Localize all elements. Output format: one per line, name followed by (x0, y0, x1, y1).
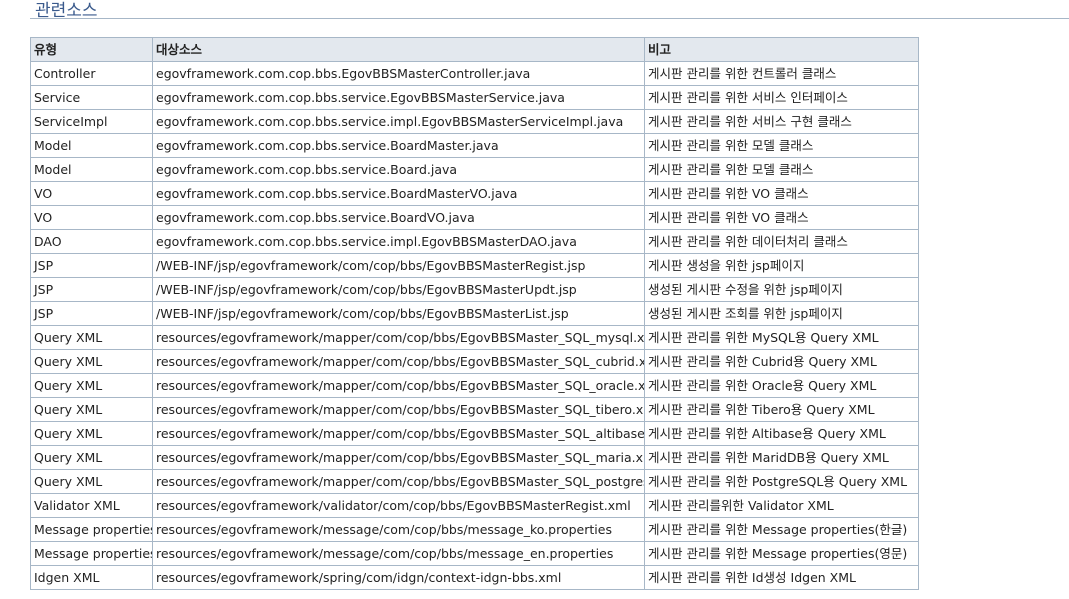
cell-type: Query XML (30, 373, 153, 398)
cell-source: resources/egovframework/mapper/com/cop/b… (152, 373, 645, 398)
cell-source: /WEB-INF/jsp/egovframework/com/cop/bbs/E… (152, 253, 645, 278)
cell-note: 게시판 관리를 위한 VO 클래스 (644, 205, 919, 230)
cell-note: 게시판 관리를 위한 서비스 구현 클래스 (644, 109, 919, 134)
cell-source: resources/egovframework/mapper/com/cop/b… (152, 421, 645, 446)
table-row: Message properties resources/egovframewor… (30, 517, 919, 542)
table-body: Controller egovframework.com.cop.bbs.Egov… (30, 61, 919, 590)
table-row: Idgen XML resources/egovframework/spring/… (30, 565, 919, 590)
cell-source: /WEB-INF/jsp/egovframework/com/cop/bbs/E… (152, 301, 645, 326)
cell-type: VO (30, 205, 153, 230)
cell-source: egovframework.com.cop.bbs.service.impl.E… (152, 109, 645, 134)
table-row: Controller egovframework.com.cop.bbs.Egov… (30, 61, 919, 86)
table-row: VO egovframework.com.cop.bbs.service.Boar… (30, 181, 919, 206)
cell-note: 게시판 관리를 위한 Message properties(영문) (644, 541, 919, 566)
cell-note: 게시판 관리를 위한 Message properties(한글) (644, 517, 919, 542)
table-row: VO egovframework.com.cop.bbs.service.Boar… (30, 205, 919, 230)
cell-source: egovframework.com.cop.bbs.service.EgovBB… (152, 85, 645, 110)
cell-source: resources/egovframework/mapper/com/cop/b… (152, 325, 645, 350)
cell-note: 게시판 관리를 위한 MaridDB용 Query XML (644, 445, 919, 470)
cell-source: resources/egovframework/message/com/cop/… (152, 517, 645, 542)
cell-type: JSP (30, 301, 153, 326)
cell-note: 생성된 게시판 수정을 위한 jsp페이지 (644, 277, 919, 302)
cell-type: Model (30, 133, 153, 158)
cell-note: 게시판 관리를 위한 Cubrid용 Query XML (644, 349, 919, 374)
cell-type: DAO (30, 229, 153, 254)
table-header-row: 유형 대상소스 비고 (30, 37, 919, 62)
cell-source: egovframework.com.cop.bbs.service.Board.… (152, 157, 645, 182)
table-row: Query XML resources/egovframework/mapper/… (30, 325, 919, 350)
cell-source: egovframework.com.cop.bbs.service.BoardM… (152, 181, 645, 206)
cell-source: egovframework.com.cop.bbs.service.impl.E… (152, 229, 645, 254)
cell-type: JSP (30, 253, 153, 278)
cell-note: 게시판 생성을 위한 jsp페이지 (644, 253, 919, 278)
cell-type: Message properties (30, 541, 153, 566)
cell-note: 게시판 관리를 위한 MySQL용 Query XML (644, 325, 919, 350)
cell-type: Query XML (30, 397, 153, 422)
header-note: 비고 (644, 37, 919, 62)
table-row: Query XML resources/egovframework/mapper/… (30, 469, 919, 494)
table-row: Query XML resources/egovframework/mapper/… (30, 349, 919, 374)
table-row: Model egovframework.com.cop.bbs.service.B… (30, 157, 919, 182)
table-row: JSP/WEB-INF/jsp/egovframework/com/cop/bb… (30, 277, 919, 302)
table-row: Service egovframework.com.cop.bbs.service… (30, 85, 919, 110)
cell-source: resources/egovframework/validator/com/co… (152, 493, 645, 518)
cell-note: 게시판 관리를 위한 Tibero용 Query XML (644, 397, 919, 422)
cell-note: 게시판 관리를 위한 데이터처리 클래스 (644, 229, 919, 254)
table-row: Query XML resources/egovframework/mapper/… (30, 445, 919, 470)
cell-type: Model (30, 157, 153, 182)
cell-type: JSP (30, 277, 153, 302)
cell-note: 게시판 관리를 위한 서비스 인터페이스 (644, 85, 919, 110)
section-heading-bar: 관련소스 (30, 0, 1069, 21)
cell-source: egovframework.com.cop.bbs.service.BoardV… (152, 205, 645, 230)
cell-note: 게시판 관리를 위한 모델 클래스 (644, 157, 919, 182)
cell-note: 게시판 관리를 위한 Id생성 Idgen XML (644, 565, 919, 590)
cell-type: Query XML (30, 421, 153, 446)
table-row: Query XML resources/egovframework/mapper/… (30, 421, 919, 446)
table-row: Query XML resources/egovframework/mapper/… (30, 373, 919, 398)
cell-type: ServiceImpl (30, 109, 153, 134)
cell-note: 게시판 관리를위한 Validator XML (644, 493, 919, 518)
cell-note: 게시판 관리를 위한 VO 클래스 (644, 181, 919, 206)
cell-source: resources/egovframework/message/com/cop/… (152, 541, 645, 566)
header-source: 대상소스 (152, 37, 645, 62)
cell-source: resources/egovframework/mapper/com/cop/b… (152, 469, 645, 494)
cell-type: Controller (30, 61, 153, 86)
cell-source: resources/egovframework/mapper/com/cop/b… (152, 349, 645, 374)
table-row: JSP/WEB-INF/jsp/egovframework/com/cop/bb… (30, 253, 919, 278)
cell-source: egovframework.com.cop.bbs.service.BoardM… (152, 133, 645, 158)
cell-note: 게시판 관리를 위한 Oracle용 Query XML (644, 373, 919, 398)
cell-note: 게시판 관리를 위한 PostgreSQL용 Query XML (644, 469, 919, 494)
cell-source: resources/egovframework/mapper/com/cop/b… (152, 445, 645, 470)
cell-note: 게시판 관리를 위한 Altibase용 Query XML (644, 421, 919, 446)
cell-note: 게시판 관리를 위한 컨트롤러 클래스 (644, 61, 919, 86)
cell-type: Query XML (30, 469, 153, 494)
cell-source: resources/egovframework/spring/com/idgn/… (152, 565, 645, 590)
cell-type: Idgen XML (30, 565, 153, 590)
related-source-table: 유형 대상소스 비고 Controller egovframework.com.c… (30, 37, 919, 590)
cell-source: resources/egovframework/mapper/com/cop/b… (152, 397, 645, 422)
cell-type: Query XML (30, 445, 153, 470)
table-row: Message properties resources/egovframewor… (30, 541, 919, 566)
table-row: DAO egovframework.com.cop.bbs.service.imp… (30, 229, 919, 254)
cell-source: /WEB-INF/jsp/egovframework/com/cop/bbs/E… (152, 277, 645, 302)
cell-type: Validator XML (30, 493, 153, 518)
cell-note: 생성된 게시판 조회를 위한 jsp페이지 (644, 301, 919, 326)
cell-note: 게시판 관리를 위한 모델 클래스 (644, 133, 919, 158)
table-row: Query XML resources/egovframework/mapper/… (30, 397, 919, 422)
table-row: Model egovframework.com.cop.bbs.service.B… (30, 133, 919, 158)
table-row: ServiceImpl egovframework.com.cop.bbs.ser… (30, 109, 919, 134)
table-row: Validator XML resources/egovframework/val… (30, 493, 919, 518)
cell-type: Query XML (30, 349, 153, 374)
cell-source: egovframework.com.cop.bbs.EgovBBSMasterC… (152, 61, 645, 86)
cell-type: Message properties (30, 517, 153, 542)
table-row: JSP/WEB-INF/jsp/egovframework/com/cop/bb… (30, 301, 919, 326)
header-type: 유형 (30, 37, 153, 62)
cell-type: Query XML (30, 325, 153, 350)
section-title: 관련소스 (35, 1, 98, 21)
cell-type: Service (30, 85, 153, 110)
cell-type: VO (30, 181, 153, 206)
